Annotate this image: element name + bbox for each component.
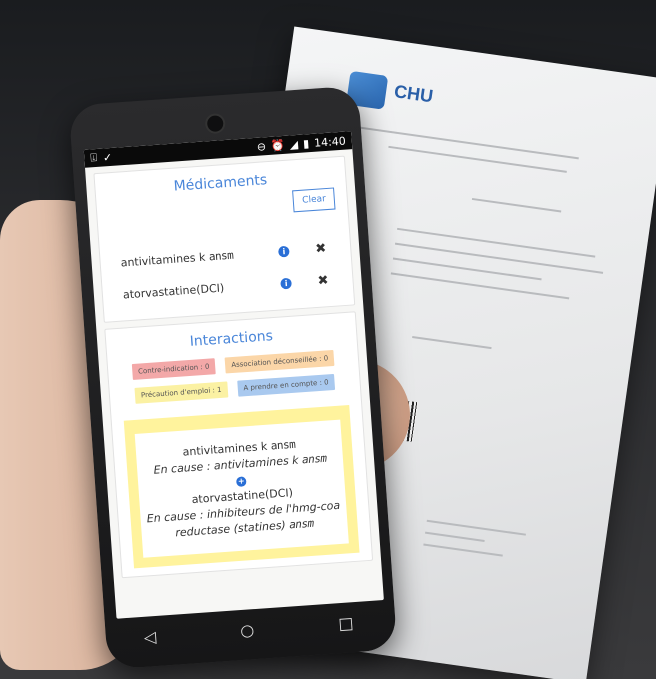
paper-text-line — [397, 227, 596, 258]
home-button[interactable]: ○ — [240, 620, 255, 640]
download-icon: ⍗ — [89, 150, 98, 165]
info-icon[interactable]: i — [278, 245, 290, 258]
front-camera — [204, 112, 226, 135]
ansm-logo: ansm — [288, 516, 315, 532]
remove-icon[interactable]: ✖ — [317, 273, 329, 289]
clear-button[interactable]: Clear — [292, 187, 336, 213]
medicament-name: antivitamines k — [120, 250, 206, 270]
phone-screen: ⍗ ✓ ⊖ ⏰ ◢ ▮ 14:40 Médicaments Clear anti… — [83, 131, 384, 619]
paper-text-line — [424, 531, 485, 543]
info-icon[interactable]: i — [280, 277, 293, 289]
back-button[interactable]: ◁ — [143, 627, 157, 647]
chu-logo-text: CHU — [392, 81, 435, 107]
ansm-logo: ansm — [270, 437, 296, 453]
medicaments-card: Médicaments Clear antivitamines k ansm i… — [93, 155, 356, 323]
paper-text-line — [388, 145, 567, 173]
paper-text-line — [340, 123, 579, 160]
battery-icon: ▮ — [302, 136, 310, 151]
status-time: 14:40 — [313, 134, 347, 150]
ansm-logo: ansm — [208, 248, 234, 263]
paper-text-line — [412, 335, 492, 350]
plus-icon: + — [235, 476, 247, 488]
paper-text-line — [471, 197, 562, 213]
interactions-card: Interactions Contre-indication : 0 Assoc… — [104, 311, 374, 579]
precaution-emploi-badge[interactable]: Précaution d'emploi : 1 — [134, 381, 229, 404]
check-icon: ✓ — [102, 150, 113, 165]
ansm-logo: ansm — [301, 451, 327, 467]
a-prendre-en-compte-badge[interactable]: A prendre en compte : 0 — [236, 373, 336, 397]
medicament-name: atorvastatine(DCI) — [122, 280, 225, 301]
smartphone: ⍗ ✓ ⊖ ⏰ ◢ ▮ 14:40 Médicaments Clear anti… — [68, 85, 398, 670]
paper-text-line — [390, 272, 570, 300]
contre-indication-badge[interactable]: Contre-indication : 0 — [131, 358, 216, 381]
photo-scene: CHU ⍗ ✓ ⊖ ⏰ ◢ ▮ 14:40 Médicaments Clear … — [0, 0, 656, 679]
recents-button[interactable]: □ — [338, 613, 354, 633]
association-deconseillee-badge[interactable]: Association déconseillée : 0 — [224, 349, 335, 374]
paper-text-line — [423, 543, 503, 557]
paper-text-line — [394, 242, 604, 274]
dnd-icon: ⊖ — [256, 139, 267, 154]
remove-icon[interactable]: ✖ — [315, 241, 327, 257]
alarm-icon: ⏰ — [270, 138, 286, 153]
signal-icon: ◢ — [289, 137, 299, 151]
interaction-detail: antivitamines k ansm En cause : antivita… — [123, 404, 360, 569]
